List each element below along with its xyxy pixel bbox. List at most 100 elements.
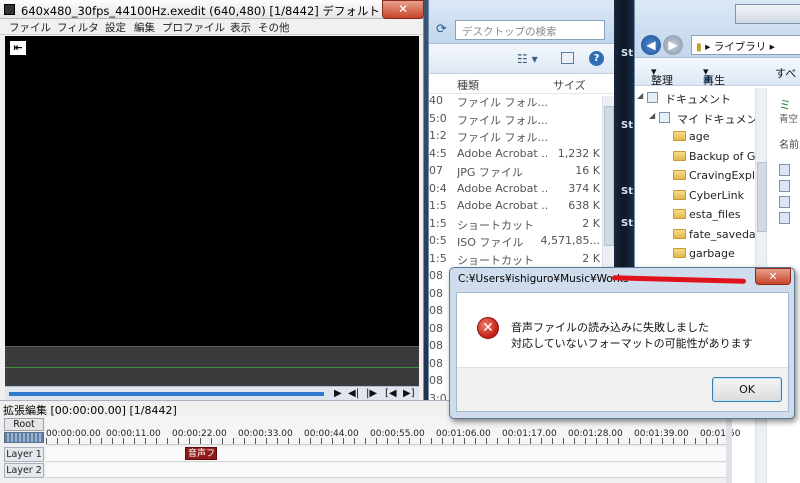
menu-view[interactable]: 表示 [230, 20, 251, 35]
organize-button[interactable]: 整理 ▾ [651, 65, 673, 87]
file-modified-time: 08 [429, 286, 443, 300]
tree-item[interactable]: ◢ ドキュメント [635, 88, 755, 108]
preview-pane-icon[interactable] [561, 52, 574, 64]
window-caption-buttons[interactable] [735, 4, 800, 24]
file-row[interactable]: 40 ファイル フォル... [429, 94, 614, 112]
window-titlebar[interactable]: 640x480_30fps_44100Hz.exedit (640,480) [… [0, 0, 423, 19]
help-icon[interactable]: ? [589, 51, 604, 66]
file-type: Adobe Acrobat ... [457, 181, 547, 195]
time-ruler[interactable]: 00:00:00.00 00:00:11.00 00:00:22.00 00:00:3… [46, 417, 740, 445]
breadcrumb[interactable]: ライブラリ [714, 41, 767, 53]
back-arrow-icon[interactable]: ◀ [641, 35, 661, 55]
file-modified-time: 1:59 [429, 216, 446, 230]
root-scroll-bar[interactable] [4, 432, 44, 443]
desktop-icon-label[interactable]: St [621, 218, 633, 229]
file-row[interactable]: 07 JPG ファイル 16 K [429, 164, 614, 182]
file-modified-time: 1:22 [429, 129, 446, 142]
timeline-scrollbar[interactable] [726, 417, 732, 483]
file-row[interactable]: 0:59 ISO ファイル 4,571,85... [429, 234, 614, 252]
redaction-mark [611, 275, 747, 284]
file-icon[interactable] [779, 180, 790, 192]
view-options-icon[interactable]: ☷ ▾ [517, 52, 538, 66]
menu-settings[interactable]: 設定 [105, 20, 126, 35]
dialog-close-button[interactable]: ✕ [755, 268, 791, 285]
column-header-type[interactable]: 種類 [457, 77, 479, 93]
breadcrumb-separator-icon: ▸ [705, 41, 714, 53]
tree-item-label: マイ ドキュメン [677, 112, 755, 126]
library-icon [647, 92, 658, 103]
folder-icon [673, 131, 686, 141]
file-type: ISO ファイル [457, 236, 524, 249]
explorer-toolbar: ☷ ▾ ? [429, 44, 614, 74]
file-icon[interactable] [779, 196, 790, 208]
column-header-size[interactable]: サイズ [553, 77, 586, 93]
close-button[interactable]: ✕ [382, 0, 424, 19]
play-icon[interactable]: ▶ [334, 388, 342, 399]
desktop-icon-label[interactable]: St [621, 120, 633, 131]
ruler-time-label: 00:01:28.00 [568, 429, 623, 439]
window-title: 640x480_30fps_44100Hz.exedit (640,480) [… [21, 4, 380, 18]
audio-clip[interactable]: 音声ファ [185, 447, 217, 460]
file-type: Adobe Acrobat ... [457, 199, 547, 212]
ok-button[interactable]: OK [712, 377, 782, 402]
tree-item[interactable]: esta_files [635, 205, 755, 225]
file-icon[interactable] [779, 212, 790, 224]
layer-2-header[interactable]: Layer 2 [4, 463, 44, 478]
menu-filter[interactable]: フィルタ [57, 20, 99, 35]
step-back-icon[interactable]: ◀| [348, 388, 359, 399]
ruler-time-label: 00:00:11.00 [106, 429, 161, 439]
tree-item[interactable]: CravingExplor [635, 166, 755, 186]
search-input[interactable]: デスクトップの検索 [455, 20, 605, 40]
scrollbar-thumb[interactable] [757, 162, 767, 232]
menu-other[interactable]: その他 [258, 20, 290, 35]
mark-start-icon[interactable]: [◀ [385, 388, 397, 399]
layer-2-track[interactable] [46, 463, 726, 478]
file-row[interactable]: 1:59 ショートカット 2 K [429, 217, 614, 235]
file-row[interactable]: 5:01 ファイル フォル... [429, 112, 614, 130]
tree-item[interactable]: ◢ マイ ドキュメン [635, 108, 755, 128]
tree-item[interactable]: fate_savedat [635, 225, 755, 245]
address-bar[interactable]: ▮ ▸ ライブラリ ▸ [691, 35, 800, 55]
file-row[interactable]: 1:22 ファイル フォル... [429, 129, 614, 147]
mark-end-icon[interactable]: ▶] [403, 388, 415, 399]
tree-item[interactable]: age [635, 127, 755, 147]
refresh-icon[interactable]: ⟳ [436, 22, 447, 37]
file-row[interactable]: 0:49 Adobe Acrobat ... 374 K [429, 182, 614, 200]
file-modified-time: 08 [429, 374, 443, 387]
folder-icon [673, 150, 686, 161]
menu-bar: ファイル フィルタ 設定 編集 プロファイル 表示 その他 [0, 19, 423, 35]
file-icon[interactable] [779, 164, 790, 176]
video-preview[interactable]: ⇤ [5, 36, 419, 346]
layer-1-track[interactable] [46, 447, 726, 462]
forward-arrow-icon[interactable]: ▶ [663, 35, 683, 55]
explorer-address-area: ◀ ▶ ▮ ▸ ライブラリ ▸ [635, 0, 800, 58]
seek-progress[interactable] [9, 392, 324, 396]
seek-bar[interactable]: ▶ ◀| |▶ [◀ ▶] [5, 386, 419, 400]
tree-item-label: esta_files [689, 208, 741, 221]
menu-file[interactable]: ファイル [9, 20, 51, 35]
root-button[interactable]: Root [4, 418, 44, 431]
menu-profile[interactable]: プロファイル [162, 20, 225, 35]
expand-arrow-icon[interactable]: ◢ [649, 111, 655, 120]
folder-icon [673, 248, 686, 258]
layer-1-header[interactable]: Layer 1 [4, 447, 44, 462]
expand-arrow-icon[interactable]: ◢ [637, 91, 643, 100]
scrollbar-thumb[interactable] [604, 106, 614, 246]
file-row[interactable]: 4:59 Adobe Acrobat ... 1,232 K [429, 147, 614, 165]
file-modified-time: 08 [429, 321, 443, 335]
file-list-header: 種類 サイズ [429, 74, 614, 94]
tree-item[interactable]: garbage [635, 244, 755, 264]
desktop-icon-label[interactable]: St [621, 48, 633, 59]
column-header-name[interactable]: 名前 [779, 136, 799, 151]
jump-to-start-icon[interactable]: ⇤ [10, 41, 26, 55]
ruler-time-label: 00:00:44.00 [304, 429, 359, 439]
tree-item[interactable]: CyberLink [635, 186, 755, 206]
step-forward-icon[interactable]: |▶ [366, 388, 377, 399]
tree-item[interactable]: Backup of Go [635, 147, 755, 167]
file-row[interactable]: 1:52 Adobe Acrobat ... 638 K [429, 199, 614, 217]
menu-edit[interactable]: 編集 [134, 20, 155, 35]
play-all-button[interactable]: すべ [775, 65, 796, 81]
desktop-icon-label[interactable]: St [621, 186, 633, 197]
play-button[interactable]: ◉ 再生 ▾ [703, 65, 725, 87]
tree-item-label: CyberLink [689, 188, 744, 202]
